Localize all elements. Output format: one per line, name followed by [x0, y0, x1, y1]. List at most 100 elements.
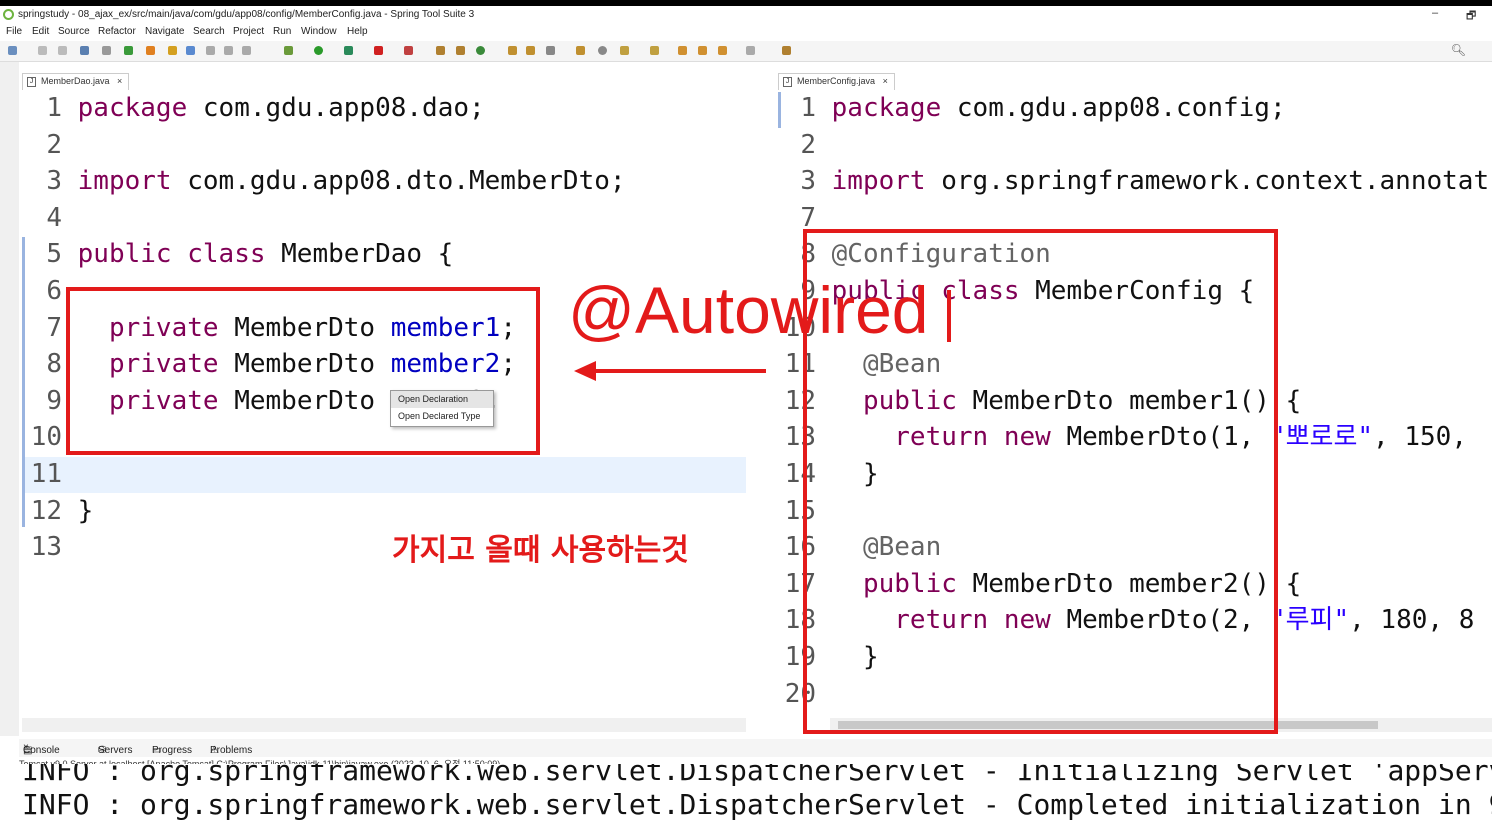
console-output[interactable]: INFO : org.springframework.web.servlet.D…	[0, 764, 1492, 824]
menu-search[interactable]: Search	[193, 26, 225, 37]
terminal-icon[interactable]	[80, 46, 89, 55]
spring-app-icon	[3, 9, 14, 20]
run-external-icon[interactable]	[344, 46, 353, 55]
code-token: package	[77, 93, 188, 123]
code-token: import	[831, 166, 926, 197]
refresh-icon[interactable]	[146, 46, 155, 55]
line-number: 9	[46, 385, 62, 416]
code-line: 11	[22, 456, 78, 492]
boot-dashboard-icon[interactable]	[124, 46, 133, 55]
java-file-icon: J	[27, 77, 36, 87]
menu-run[interactable]: Run	[273, 26, 291, 37]
search-icon[interactable]: 🔍︎	[1451, 43, 1466, 57]
menu-edit[interactable]: Edit	[32, 26, 49, 37]
tab-memberconfig[interactable]: J MemberConfig.java ×	[778, 73, 895, 90]
change-ruler	[778, 92, 781, 128]
tab-memberdao[interactable]: J MemberDao.java ×	[22, 73, 130, 90]
tab-progress-label: Progress	[152, 745, 193, 756]
line-number: 2	[800, 129, 816, 160]
new-icon[interactable]	[8, 46, 17, 55]
bottom-panel-tabs: ▤ Console × ⛁ Servers ▭ Progress ⚠ Probl…	[19, 739, 1492, 757]
back-history-icon[interactable]	[698, 46, 707, 55]
java-file-icon: J	[783, 77, 792, 87]
code-token: import	[77, 166, 172, 197]
code-token: MemberDao {	[265, 239, 454, 270]
previous-annotation-icon[interactable]	[650, 46, 659, 55]
minimize-button[interactable]: –	[1432, 7, 1438, 19]
line-number: 3	[46, 166, 62, 197]
line-number: 6	[46, 276, 62, 306]
last-edit-icon[interactable]	[678, 46, 687, 55]
task-icon[interactable]	[168, 46, 177, 55]
highlight-box-fields	[66, 287, 540, 455]
arrow-icon	[574, 361, 766, 381]
line-number: 2	[46, 129, 62, 160]
open-task-icon[interactable]	[526, 46, 535, 55]
save-all-icon[interactable]	[58, 46, 67, 55]
left-horizontal-scrollbar[interactable]	[22, 718, 746, 732]
menu-help[interactable]: Help	[347, 26, 368, 37]
text-caret	[947, 290, 951, 342]
tab-memberconfig-label: MemberConfig.java	[797, 76, 876, 86]
title-bar: springstudy - 08_ajax_ex/src/main/java/c…	[0, 6, 1492, 24]
menu-open-declared-type[interactable]: Open Declared Type	[391, 408, 493, 425]
mark-occurrences-icon[interactable]	[186, 46, 195, 55]
line-number: 11	[30, 459, 62, 489]
next-annotation-icon[interactable]	[620, 46, 629, 55]
line-number: 1	[46, 93, 62, 123]
code-token: org.springframework.context.annotat	[925, 166, 1490, 197]
annotation-icon[interactable]	[576, 46, 585, 55]
line-number: 10	[30, 422, 62, 453]
menu-window[interactable]: Window	[301, 26, 337, 37]
server-icon[interactable]	[404, 46, 413, 55]
close-icon[interactable]: ×	[883, 76, 888, 86]
whitespace-icon[interactable]	[242, 46, 251, 55]
code-line: 2	[22, 127, 78, 163]
tab-console[interactable]: ▤ Console ×	[23, 742, 60, 756]
pin-editor-icon[interactable]	[782, 46, 791, 55]
forward-icon[interactable]	[746, 46, 755, 55]
menu-bar: File Edit Source Refactor Navigate Searc…	[0, 24, 1492, 40]
back-icon[interactable]	[718, 46, 727, 55]
code-line: 13	[22, 529, 78, 565]
code-token: com.gdu.app08.dao;	[187, 93, 485, 123]
menu-source[interactable]: Source	[58, 26, 90, 37]
web-browser-icon[interactable]	[598, 46, 607, 55]
new-package-icon[interactable]	[456, 46, 465, 55]
menu-navigate[interactable]: Navigate	[145, 26, 184, 37]
menu-refactor[interactable]: Refactor	[98, 26, 136, 37]
tab-problems-label: Problems	[210, 745, 253, 756]
code-token: }	[77, 495, 94, 526]
code-line: 5 public class MemberDao {	[22, 236, 453, 272]
skip-breakpoints-icon[interactable]	[102, 46, 111, 55]
code-token: public class	[77, 239, 266, 270]
debug-icon[interactable]	[284, 46, 293, 55]
context-menu: Open Declaration Open Declared Type	[390, 390, 494, 427]
code-token: com.gdu.app08.config;	[941, 93, 1286, 123]
run-icon[interactable]	[314, 46, 323, 55]
open-type-icon[interactable]	[508, 46, 517, 55]
code-token: "뽀로로"	[1269, 422, 1374, 453]
menu-project[interactable]: Project	[233, 26, 264, 37]
save-icon[interactable]	[38, 46, 47, 55]
new-class-icon[interactable]	[436, 46, 445, 55]
main-toolbar: 🔍︎	[0, 41, 1492, 62]
code-token: , 150,	[1373, 422, 1467, 453]
tab-console-label: Console	[23, 745, 60, 756]
line-number: 1	[800, 93, 816, 123]
search-tool-icon[interactable]	[546, 46, 555, 55]
coverage-icon[interactable]	[476, 46, 485, 55]
block-select-icon[interactable]	[224, 46, 233, 55]
line-number: 4	[46, 202, 62, 233]
line-number: 5	[46, 239, 62, 270]
stop-icon[interactable]	[374, 46, 383, 55]
close-icon[interactable]: ×	[117, 76, 122, 86]
current-line-highlight	[22, 457, 746, 493]
window-title: springstudy - 08_ajax_ex/src/main/java/c…	[18, 9, 475, 20]
code-line: 3 import com.gdu.app08.dto.MemberDto;	[22, 163, 625, 199]
line-number: 7	[46, 312, 62, 343]
menu-file[interactable]: File	[6, 26, 22, 37]
toggle-icon[interactable]	[206, 46, 215, 55]
code-line: 4	[22, 200, 78, 236]
menu-open-declaration[interactable]: Open Declaration	[391, 391, 493, 408]
